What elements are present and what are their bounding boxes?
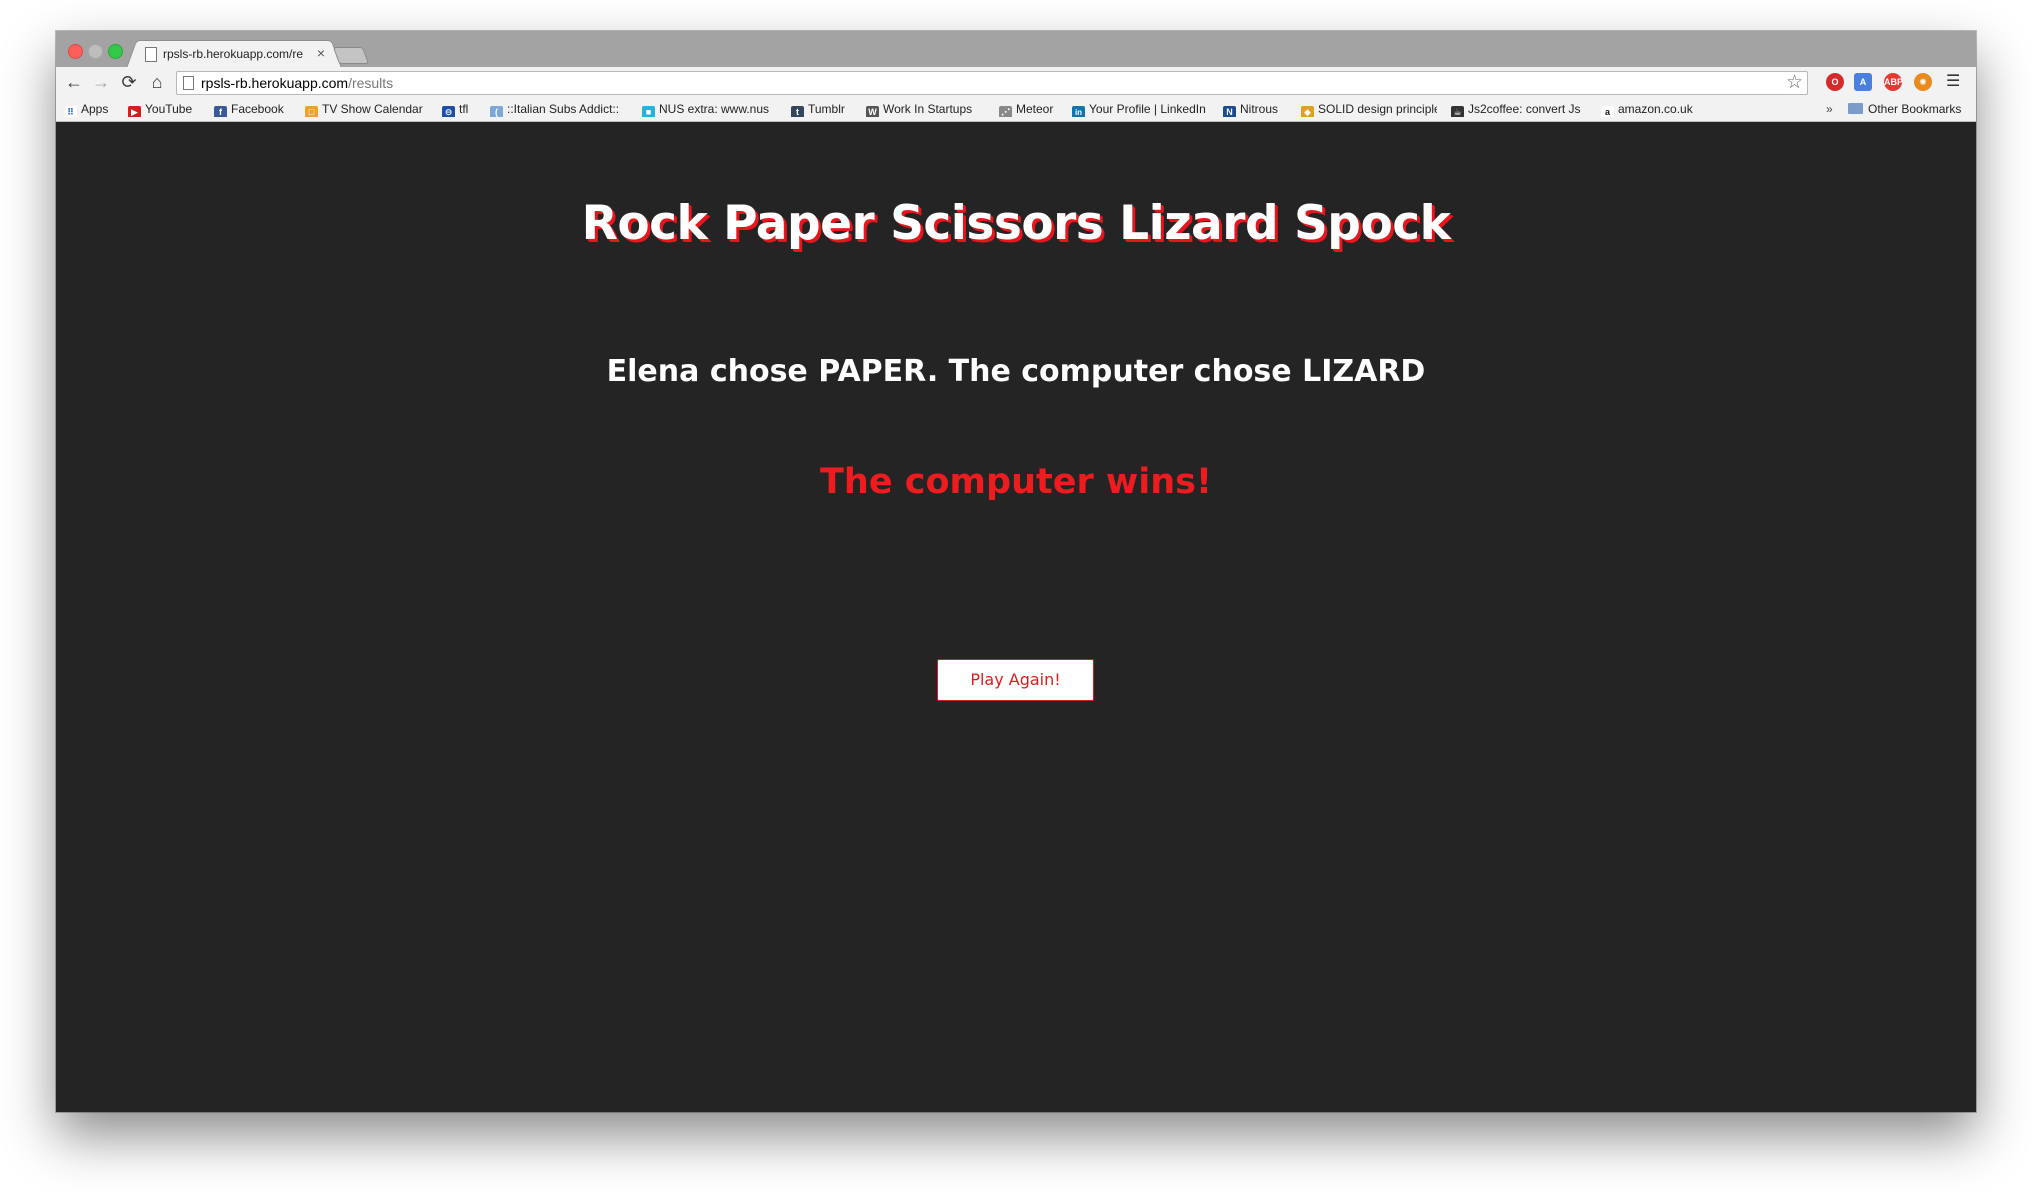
tab-strip: rpsls-rb.herokuapp.com/re ×: [56, 31, 1976, 68]
bookmark-label: tfl: [459, 102, 469, 116]
new-tab-button[interactable]: [332, 47, 370, 64]
bookmark-nus-extra[interactable]: ■ NUS extra: www.nus: [642, 101, 772, 117]
bookmark-linkedin[interactable]: in Your Profile | LinkedIn: [1072, 101, 1212, 117]
choices-summary: Elena chose PAPER. The computer chose LI…: [606, 354, 1426, 389]
moon-icon: (: [490, 106, 503, 117]
bookmark-tumblr[interactable]: t Tumblr: [791, 101, 855, 117]
bookmark-solid-design-principles[interactable]: ◆ SOLID design principles: [1301, 101, 1437, 117]
solid-icon: ◆: [1301, 106, 1314, 117]
linkedin-icon: in: [1072, 106, 1085, 117]
bookmark-label: TV Show Calendar: [322, 102, 423, 116]
bookmark-tfl[interactable]: ⊖ tfl: [442, 101, 482, 117]
meteor-icon: ⋰: [999, 106, 1012, 117]
opera-extension-icon[interactable]: O: [1826, 73, 1844, 91]
bookmark-label: Facebook: [231, 102, 284, 116]
bookmarks-overflow-icon[interactable]: »: [1826, 101, 1833, 117]
result-message: The computer wins!: [820, 462, 1212, 502]
adblock-extension-icon[interactable]: ABP: [1884, 73, 1903, 91]
browser-window: rpsls-rb.herokuapp.com/re × ← → ⟳ ⌂ rpsl…: [56, 31, 1976, 1112]
coffee-icon: ☕: [1451, 106, 1464, 117]
bookmark-label: amazon.co.uk: [1618, 102, 1693, 116]
tfl-roundel-icon: ⊖: [442, 106, 455, 117]
bookmark-amazon[interactable]: a amazon.co.uk: [1601, 101, 1711, 117]
page-icon: [145, 47, 157, 62]
bookmark-label: Work In Startups: [883, 102, 973, 116]
translate-extension-icon[interactable]: A: [1854, 73, 1872, 91]
tab-title: rpsls-rb.herokuapp.com/re: [163, 47, 303, 61]
browser-toolbar: ← → ⟳ ⌂ rpsls-rb.herokuapp.com/results ☆…: [56, 67, 1976, 97]
bookmark-label: Nitrous: [1240, 102, 1279, 116]
bookmark-nitrous[interactable]: N Nitrous: [1223, 101, 1293, 117]
facebook-icon: f: [214, 106, 227, 117]
other-bookmarks[interactable]: Other Bookmarks: [1848, 101, 1961, 117]
bookmark-work-in-startups[interactable]: W Work In Startups: [866, 101, 988, 117]
back-arrow-icon[interactable]: ←: [63, 71, 85, 93]
tab-results[interactable]: rpsls-rb.herokuapp.com/re ×: [138, 40, 330, 68]
play-again-button[interactable]: Play Again!: [937, 659, 1094, 701]
extension-icon[interactable]: ✺: [1914, 73, 1932, 91]
bookmark-tv-show-calendar[interactable]: □ TV Show Calendar: [305, 101, 435, 117]
bookmark-facebook[interactable]: f Facebook: [214, 101, 298, 117]
other-bookmarks-label: Other Bookmarks: [1868, 102, 1962, 116]
calendar-icon: □: [305, 106, 318, 117]
bookmark-js2coffee[interactable]: ☕ Js2coffee: convert Js: [1451, 101, 1583, 117]
bookmark-label: Tumblr: [808, 102, 845, 116]
window-maximize-button[interactable]: [108, 44, 123, 59]
work-in-startups-icon: W: [866, 106, 879, 117]
page-icon: [183, 76, 194, 90]
tab-close-icon[interactable]: ×: [317, 45, 325, 61]
nitrous-icon: N: [1223, 106, 1236, 117]
bookmark-label: NUS extra: www.nus: [659, 102, 770, 116]
bookmarks-bar: ⠿ Apps ▶ YouTube f Facebook □ TV Show Calend…: [56, 97, 1976, 122]
url-path: /results: [348, 75, 394, 91]
page-title: Rock Paper Scissors Lizard Spock: [581, 196, 1451, 251]
bookmark-label: Apps: [81, 102, 109, 116]
reload-icon[interactable]: ⟳: [118, 71, 140, 93]
bookmark-label: ::Italian Subs Addict::: [507, 102, 620, 116]
url-host: rpsls-rb.herokuapp.com: [201, 75, 349, 91]
window-close-button[interactable]: [68, 44, 83, 59]
page-content: Rock Paper Scissors Lizard Spock Elena c…: [56, 122, 1976, 1112]
url-text[interactable]: rpsls-rb.herokuapp.com/results: [201, 75, 393, 91]
menu-icon[interactable]: ☰: [1946, 72, 1960, 92]
bookmark-meteor[interactable]: ⋰ Meteor: [999, 101, 1069, 117]
amazon-icon: a: [1601, 106, 1614, 117]
bookmark-label: Meteor: [1016, 102, 1054, 116]
bookmark-label: Js2coffee: convert Js: [1468, 102, 1581, 116]
bookmark-label: Your Profile | LinkedIn: [1089, 102, 1206, 116]
bookmark-label: SOLID design principles: [1318, 102, 1437, 116]
bookmark-apps[interactable]: ⠿ Apps: [64, 101, 118, 117]
folder-icon: [1848, 103, 1863, 114]
apps-grid-icon: ⠿: [64, 106, 77, 117]
bookmark-label: YouTube: [145, 102, 193, 116]
bookmark-star-icon[interactable]: ☆: [1786, 72, 1803, 94]
nus-icon: ■: [642, 106, 655, 117]
home-icon[interactable]: ⌂: [146, 71, 168, 93]
window-minimize-button[interactable]: [88, 44, 103, 59]
address-bar[interactable]: rpsls-rb.herokuapp.com/results ☆: [176, 71, 1808, 95]
bookmark-youtube[interactable]: ▶ YouTube: [128, 101, 202, 117]
youtube-icon: ▶: [128, 106, 141, 117]
forward-arrow-icon[interactable]: →: [90, 71, 112, 93]
tumblr-icon: t: [791, 106, 804, 117]
bookmark-italian-subs-addict[interactable]: (::Italian Subs Addict::: [490, 101, 630, 117]
